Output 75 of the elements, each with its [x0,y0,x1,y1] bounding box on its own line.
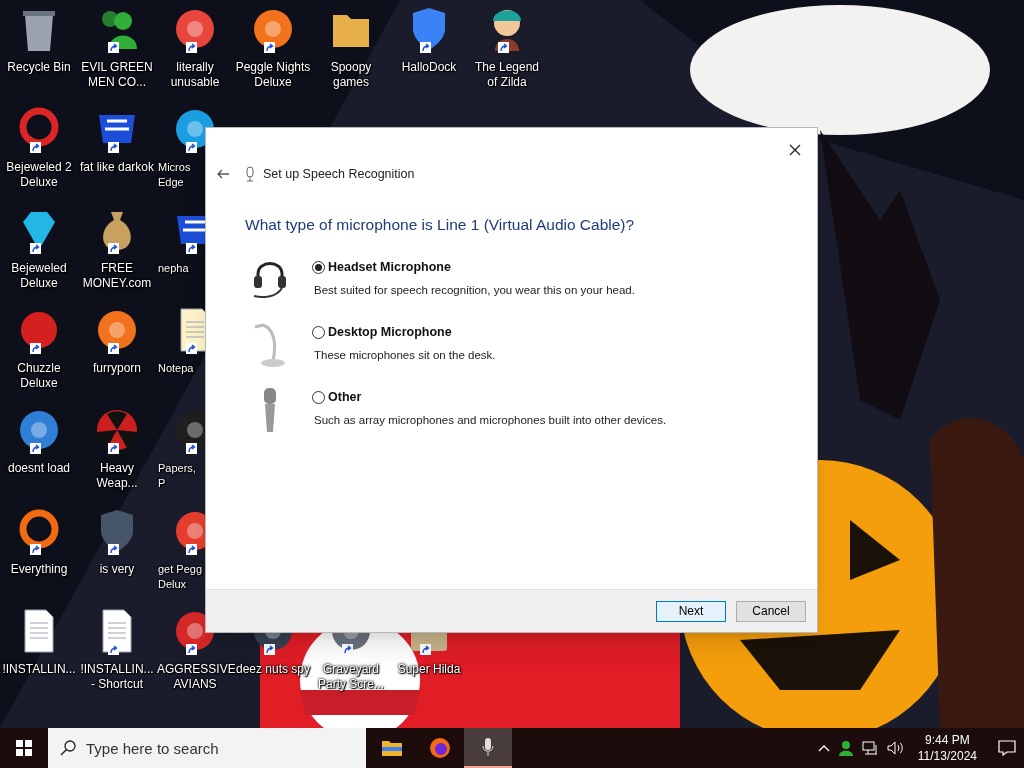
clock[interactable]: 9:44 PM 11/13/2024 [913,732,981,764]
desktop-icon[interactable]: The Legend of Zilda [468,0,546,98]
icon-label: get Pegg Delux [158,561,204,592]
desktop-icon[interactable]: fat like darkok [78,100,156,199]
radio-button[interactable] [312,391,325,405]
option-description: Such as array microphones and microphones built into other devices. [314,413,667,428]
icon-label: !INSTALLIN... - Shortcut [79,661,155,692]
desktop-icon[interactable]: Spoopy games [312,0,390,98]
desktop-icon[interactable]: is very [78,501,156,600]
icon-label: fat like darkok [79,160,155,176]
icon-label: Recycle Bin [6,60,72,75]
desktop-icon[interactable]: FREE MONEY.com [78,200,156,299]
icon-label: Micros Edge [158,160,192,191]
microphone-icon [482,737,494,757]
icon-label: Chuzzle Deluxe [16,361,62,391]
icon-label: The Legend of Zilda [473,60,541,90]
radio-button[interactable] [312,261,325,275]
icon-label: doesnt load [6,461,72,477]
dialog-heading: What type of microphone is Line 1 (Virtual Audio Cable)? [245,215,636,235]
icon-label: FREE MONEY.com [81,260,153,291]
desktop-icon[interactable]: !INSTALLIN... [0,601,78,700]
icon-label: nepha [158,260,190,276]
icon-label: Peggle Nights Deluxe [235,60,311,90]
icon-label: Heavy Weap... [95,461,139,492]
icon-label: is very [98,561,136,577]
volume-icon[interactable] [886,741,905,755]
option-description: These microphones sit on the desk. [314,348,496,363]
windows-icon [16,740,32,756]
desktop-icon[interactable]: Peggle Nights Deluxe [234,0,312,98]
back-arrow-icon [216,169,230,179]
desktop-icon[interactable]: furryporn [78,301,156,399]
network-icon[interactable] [861,741,878,755]
desktop-icon[interactable]: HalloDock [390,0,468,98]
desktop-icon[interactable]: Heavy Weap... [78,401,156,500]
radio-button[interactable] [312,326,325,340]
icon-label: Everything [9,561,69,577]
desktop-icon[interactable]: EVIL GREEN MEN CO... [78,0,156,98]
microphone-icon [245,166,255,182]
search-field[interactable]: Type here to search [48,728,366,768]
desktop-icon[interactable]: Bejeweled 2 Deluxe [0,100,78,199]
icon-label: HalloDock [400,60,458,75]
desktop-icon[interactable]: doesnt load [0,401,78,500]
icon-label: Notepa [158,361,195,376]
person-icon[interactable] [838,740,853,756]
dialog-button[interactable]: Next [656,600,726,622]
dialog-title: Set up Speech Recognition [263,165,415,183]
desktop-icon[interactable]: !INSTALLIN... - Shortcut [78,601,156,700]
close-icon [789,144,801,156]
icon-label: Bejeweled Deluxe [10,260,68,291]
icon-label: Bejeweled 2 Deluxe [5,160,73,191]
chevron-up-icon[interactable] [817,744,830,752]
desktop-icon[interactable]: literally unusable [156,0,234,98]
icon-label: literally unusable [169,60,221,90]
icon-label: EVIL GREEN MEN CO... [80,60,154,90]
desktop-icon[interactable]: Recycle Bin [0,0,78,98]
notification-icon[interactable] [998,740,1016,756]
radio-option[interactable]: Other [312,388,667,407]
icon-label: Papers, P [158,461,197,492]
desk-microphone-icon [252,323,288,368]
desktop-icon[interactable]: Chuzzle Deluxe [0,301,78,399]
radio-option[interactable]: Desktop Microphone [312,323,496,342]
icon-label: !INSTALLIN... [1,661,77,677]
icon-label: furryporn [92,361,142,376]
folder-icon [381,739,403,757]
icon-label: Graveyard Party Scre... [316,662,385,692]
search-icon [60,740,76,756]
desktop-icon[interactable]: Bejeweled Deluxe [0,200,78,299]
taskbar-app-button[interactable] [464,728,512,768]
radio-option[interactable]: Headset Microphone [312,258,635,277]
handheld-microphone-icon [264,388,276,433]
dialog-button[interactable]: Cancel [736,600,806,622]
desktop-icon[interactable]: Everything [0,501,78,600]
browser-icon [429,737,451,759]
option-description: Best suited for speech recognition, you wear this on your head. [314,283,635,298]
icon-label: Spoopy games [329,60,373,90]
